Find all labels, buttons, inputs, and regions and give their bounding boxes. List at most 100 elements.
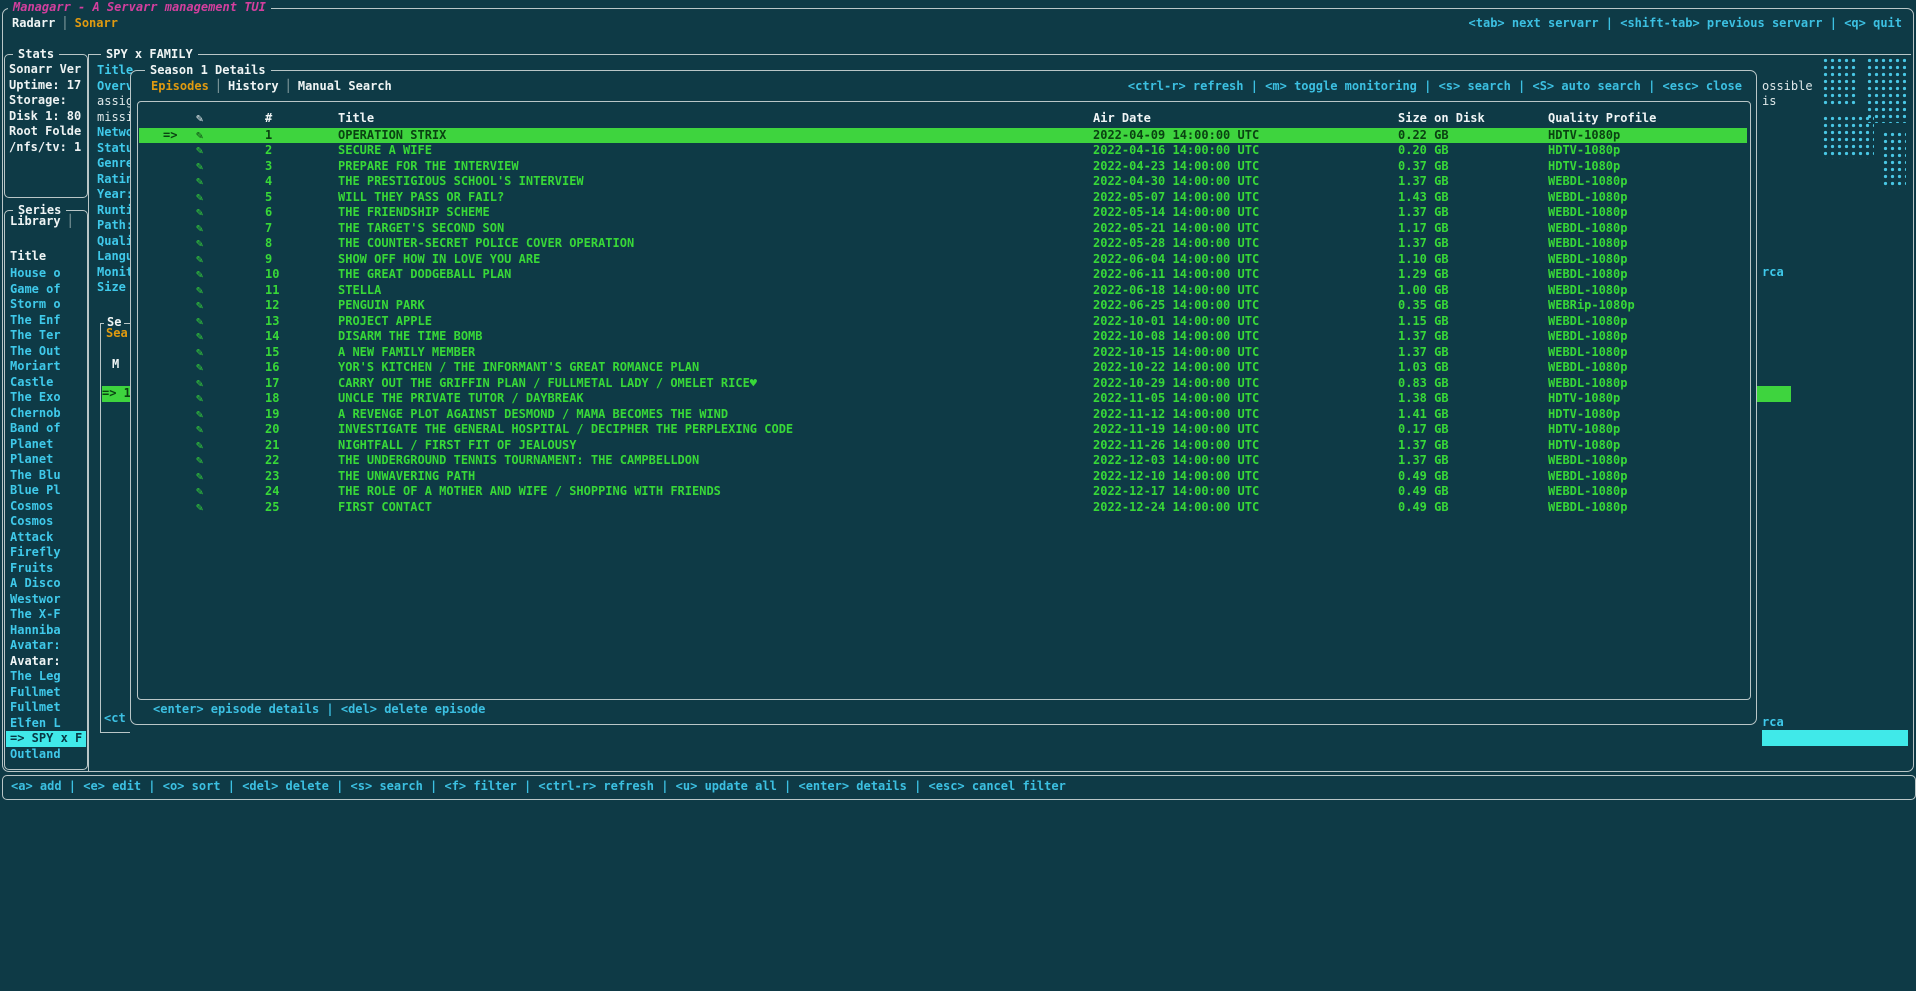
episode-row[interactable]: ✎11STELLA2022-06-18 14:00:00 UTC1.00 GBW… bbox=[139, 283, 1747, 299]
series-item[interactable]: Storm o bbox=[6, 297, 86, 313]
episode-edit-icon: ✎ bbox=[196, 453, 203, 469]
series-column-header: Title bbox=[10, 249, 46, 265]
series-item[interactable]: Castle bbox=[6, 375, 86, 391]
episode-row[interactable]: ✎13PROJECT APPLE2022-10-01 14:00:00 UTC1… bbox=[139, 314, 1747, 330]
episode-air-date: 2022-10-22 14:00:00 UTC bbox=[1093, 360, 1259, 376]
series-item[interactable]: The Blu bbox=[6, 468, 86, 484]
series-item[interactable]: Blue Pl bbox=[6, 483, 86, 499]
selected-season-row-fragment: => 1 bbox=[102, 386, 130, 402]
episode-title: DISARM THE TIME BOMB bbox=[338, 329, 483, 345]
series-item[interactable]: Cosmos bbox=[6, 514, 86, 530]
episode-title: THE UNWAVERING PATH bbox=[338, 469, 475, 485]
tab-radarr[interactable]: Radarr bbox=[12, 16, 55, 30]
episode-row[interactable]: ✎10THE GREAT DODGEBALL PLAN2022-06-11 14… bbox=[139, 267, 1747, 283]
episode-size: 1.37 GB bbox=[1398, 345, 1449, 361]
episode-row[interactable]: ✎22THE UNDERGROUND TENNIS TOURNAMENT: TH… bbox=[139, 453, 1747, 469]
episode-edit-icon: ✎ bbox=[196, 128, 203, 144]
series-item[interactable]: Planet bbox=[6, 437, 86, 453]
series-item[interactable]: Game of bbox=[6, 282, 86, 298]
tab-episodes[interactable]: Episodes bbox=[151, 79, 209, 93]
episode-row[interactable]: ✎20INVESTIGATE THE GENERAL HOSPITAL / DE… bbox=[139, 422, 1747, 438]
series-item[interactable]: Firefly bbox=[6, 545, 86, 561]
episode-number: 23 bbox=[265, 469, 279, 485]
series-item[interactable]: Fruits bbox=[6, 561, 86, 577]
episode-edit-icon: ✎ bbox=[196, 221, 203, 237]
episode-row[interactable]: ✎12PENGUIN PARK2022-06-25 14:00:00 UTC0.… bbox=[139, 298, 1747, 314]
series-item[interactable]: Band of bbox=[6, 421, 86, 437]
series-item[interactable]: Planet bbox=[6, 452, 86, 468]
episode-number: 5 bbox=[265, 190, 272, 206]
episode-number: 8 bbox=[265, 236, 272, 252]
episode-quality: WEBDL-1080p bbox=[1548, 329, 1627, 345]
series-item[interactable]: => SPY x F bbox=[6, 731, 86, 747]
episode-row[interactable]: ✎2SECURE A WIFE2022-04-16 14:00:00 UTC0.… bbox=[139, 143, 1747, 159]
series-item[interactable]: Avatar: bbox=[6, 654, 86, 670]
stat-line: Storage: bbox=[5, 93, 87, 109]
episode-row[interactable]: ✎7THE TARGET'S SECOND SON2022-05-21 14:0… bbox=[139, 221, 1747, 237]
series-item[interactable]: Westwor bbox=[6, 592, 86, 608]
episode-edit-icon: ✎ bbox=[196, 252, 203, 268]
episode-row[interactable]: =>✎1OPERATION STRIX2022-04-09 14:00:00 U… bbox=[139, 128, 1747, 144]
episode-row[interactable]: ✎4THE PRESTIGIOUS SCHOOL'S INTERVIEW2022… bbox=[139, 174, 1747, 190]
episode-air-date: 2022-05-21 14:00:00 UTC bbox=[1093, 221, 1259, 237]
episode-row[interactable]: ✎23THE UNWAVERING PATH2022-12-10 14:00:0… bbox=[139, 469, 1747, 485]
episode-size: 1.37 GB bbox=[1398, 174, 1449, 190]
episode-size: 1.41 GB bbox=[1398, 407, 1449, 423]
episode-air-date: 2022-12-03 14:00:00 UTC bbox=[1093, 453, 1259, 469]
episode-row[interactable]: ✎8THE COUNTER-SECRET POLICE COVER OPERAT… bbox=[139, 236, 1747, 252]
episode-row[interactable]: ✎3PREPARE FOR THE INTERVIEW2022-04-23 14… bbox=[139, 159, 1747, 175]
series-item[interactable]: A Disco bbox=[6, 576, 86, 592]
episode-row[interactable]: ✎21NIGHTFALL / FIRST FIT OF JEALOUSY2022… bbox=[139, 438, 1747, 454]
series-item[interactable]: Chernob bbox=[6, 406, 86, 422]
series-item[interactable]: Elfen L bbox=[6, 716, 86, 732]
tab-history[interactable]: History bbox=[228, 79, 279, 93]
series-item[interactable]: Outland bbox=[6, 747, 86, 763]
episode-size: 1.38 GB bbox=[1398, 391, 1449, 407]
series-item[interactable]: The Enf bbox=[6, 313, 86, 329]
episode-row[interactable]: ✎9SHOW OFF HOW IN LOVE YOU ARE2022-06-04… bbox=[139, 252, 1747, 268]
episode-air-date: 2022-12-17 14:00:00 UTC bbox=[1093, 484, 1259, 500]
episode-quality: WEBDL-1080p bbox=[1548, 190, 1627, 206]
tab-manual-search[interactable]: Manual Search bbox=[298, 79, 392, 93]
tab-library[interactable]: Library bbox=[10, 214, 61, 228]
series-item[interactable]: Moriart bbox=[6, 359, 86, 375]
episode-row[interactable]: ✎24THE ROLE OF A MOTHER AND WIFE / SHOPP… bbox=[139, 484, 1747, 500]
series-item[interactable]: Fullmet bbox=[6, 700, 86, 716]
episode-row[interactable]: ✎14DISARM THE TIME BOMB2022-10-08 14:00:… bbox=[139, 329, 1747, 345]
series-item[interactable]: The Ter bbox=[6, 328, 86, 344]
episode-air-date: 2022-12-24 14:00:00 UTC bbox=[1093, 500, 1259, 516]
episode-edit-icon: ✎ bbox=[196, 267, 203, 283]
series-item[interactable]: Fullmet bbox=[6, 685, 86, 701]
episode-number: 17 bbox=[265, 376, 279, 392]
episode-row[interactable]: ✎5WILL THEY PASS OR FAIL?2022-05-07 14:0… bbox=[139, 190, 1747, 206]
episode-number: 14 bbox=[265, 329, 279, 345]
app-title: Managarr - A Servarr management TUI bbox=[8, 0, 271, 16]
episode-title: FIRST CONTACT bbox=[338, 500, 432, 516]
series-item[interactable]: The Exo bbox=[6, 390, 86, 406]
col-number: # bbox=[265, 111, 272, 127]
episode-number: 16 bbox=[265, 360, 279, 376]
series-item[interactable]: House o bbox=[6, 266, 86, 282]
episode-row[interactable]: ✎6THE FRIENDSHIP SCHEME2022-05-14 14:00:… bbox=[139, 205, 1747, 221]
episode-row[interactable]: ✎19A REVENGE PLOT AGAINST DESMOND / MAMA… bbox=[139, 407, 1747, 423]
episode-row[interactable]: ✎17CARRY OUT THE GRIFFIN PLAN / FULLMETA… bbox=[139, 376, 1747, 392]
episode-quality: HDTV-1080p bbox=[1548, 407, 1620, 423]
selected-row-indicator: => bbox=[163, 128, 177, 144]
series-item[interactable]: Hanniba bbox=[6, 623, 86, 639]
episode-title: THE TARGET'S SECOND SON bbox=[338, 221, 504, 237]
episode-edit-icon: ✎ bbox=[196, 500, 203, 516]
series-item[interactable]: The Leg bbox=[6, 669, 86, 685]
series-item[interactable]: Avatar: bbox=[6, 638, 86, 654]
episode-quality: WEBDL-1080p bbox=[1548, 174, 1627, 190]
episode-row[interactable]: ✎15A NEW FAMILY MEMBER2022-10-15 14:00:0… bbox=[139, 345, 1747, 361]
episode-row[interactable]: ✎25FIRST CONTACT2022-12-24 14:00:00 UTC0… bbox=[139, 500, 1747, 516]
series-item[interactable]: Cosmos bbox=[6, 499, 86, 515]
episode-air-date: 2022-12-10 14:00:00 UTC bbox=[1093, 469, 1259, 485]
episode-title: PROJECT APPLE bbox=[338, 314, 432, 330]
series-item[interactable]: The X-F bbox=[6, 607, 86, 623]
episode-row[interactable]: ✎16YOR'S KITCHEN / THE INFORMANT'S GREAT… bbox=[139, 360, 1747, 376]
tab-sonarr[interactable]: Sonarr bbox=[75, 16, 118, 30]
episode-row[interactable]: ✎18UNCLE THE PRIVATE TUTOR / DAYBREAK202… bbox=[139, 391, 1747, 407]
series-item[interactable]: The Out bbox=[6, 344, 86, 360]
series-item[interactable]: Attack bbox=[6, 530, 86, 546]
